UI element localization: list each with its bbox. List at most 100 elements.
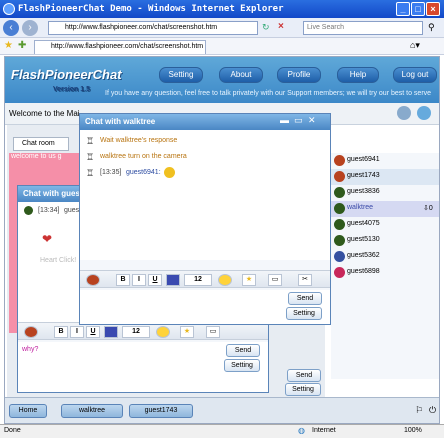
camera-icon[interactable] bbox=[417, 106, 431, 120]
user-avatar-icon bbox=[334, 171, 345, 182]
color-button[interactable] bbox=[104, 326, 118, 338]
user-item[interactable]: guest4075 bbox=[331, 217, 439, 233]
walktree-send-button[interactable]: Send bbox=[288, 292, 322, 305]
user-item[interactable]: guest3836 bbox=[331, 185, 439, 201]
favorites-bar: ★ ✚ http://www.flashpioneer.com/chat/scr… bbox=[0, 38, 444, 55]
user-avatar-icon bbox=[334, 155, 345, 166]
user-avatar-icon bbox=[334, 219, 345, 230]
app-version: Version 1.5 bbox=[53, 86, 90, 93]
user-item[interactable]: guest6898 bbox=[331, 265, 439, 281]
app-logo: FlashPioneerChat Version 1.5 bbox=[11, 67, 122, 93]
close-icon[interactable]: × bbox=[426, 2, 440, 16]
home-page-icon[interactable]: ⌂▾ bbox=[410, 40, 420, 51]
welcome-text: Welcome to the Mai bbox=[9, 109, 80, 118]
format-toolbar: B I U 12 ★ ▭ ✂ bbox=[80, 270, 330, 288]
forward-icon[interactable]: › bbox=[22, 20, 38, 36]
stop-icon[interactable]: × bbox=[278, 21, 284, 32]
emoticon-icon[interactable] bbox=[156, 326, 170, 338]
message-input-area[interactable]: why? Send Setting bbox=[18, 342, 268, 392]
clear-icon[interactable]: ▭ bbox=[206, 326, 220, 338]
main-send-button[interactable]: Send bbox=[287, 369, 321, 382]
url-input[interactable]: http://www.flashpioneer.com/chat/screens… bbox=[48, 21, 258, 35]
minimize-window-icon[interactable]: ▬ bbox=[280, 115, 289, 125]
power-icon[interactable]: ⏻ bbox=[429, 405, 436, 416]
chat-bubble-icon[interactable]: ⚐ bbox=[415, 405, 423, 416]
user-avatar-icon bbox=[334, 235, 345, 246]
system-icon: ♖ bbox=[86, 136, 95, 146]
bold-button[interactable]: B bbox=[116, 274, 130, 286]
font-size-select[interactable]: 12 bbox=[122, 326, 150, 338]
user-avatar-icon bbox=[334, 187, 345, 198]
tab-guest1743[interactable]: guest1743 bbox=[129, 404, 193, 418]
window-title-bar: FlashPioneerChat Demo - Windows Internet… bbox=[0, 0, 444, 18]
user-item[interactable]: guest6941 bbox=[331, 153, 439, 169]
tab-chat-room[interactable]: Chat room bbox=[13, 137, 69, 151]
profile-nav-button[interactable]: Profile bbox=[277, 67, 321, 83]
user-avatar-icon bbox=[334, 267, 345, 278]
avatar-select-icon[interactable] bbox=[86, 274, 100, 286]
font-size-select[interactable]: 12 bbox=[184, 274, 212, 286]
user-item[interactable]: guest5130 bbox=[331, 233, 439, 249]
maximize-window-icon[interactable]: ▭ bbox=[294, 115, 303, 126]
emoticon-icon bbox=[164, 167, 175, 178]
guest-setting-button[interactable]: Setting bbox=[224, 359, 260, 372]
window-title: FlashPioneerChat Demo - Windows Internet… bbox=[18, 4, 284, 14]
avatar-select-icon[interactable] bbox=[24, 326, 38, 338]
italic-button[interactable]: I bbox=[132, 274, 146, 286]
help-nav-button[interactable]: Help bbox=[337, 67, 379, 83]
about-nav-button[interactable]: About bbox=[219, 67, 263, 83]
search-input[interactable]: Live Search bbox=[303, 21, 423, 35]
color-button[interactable] bbox=[166, 274, 180, 286]
globe-icon: ◍ bbox=[298, 426, 305, 435]
main-setting-button[interactable]: Setting bbox=[285, 383, 321, 396]
minimize-icon[interactable]: _ bbox=[396, 2, 410, 16]
user-avatar-icon bbox=[334, 203, 345, 214]
home-tab[interactable]: Home bbox=[9, 404, 47, 418]
heart-emoticon-icon: ❤ bbox=[42, 232, 53, 246]
user-avatar-icon bbox=[334, 251, 345, 262]
back-icon[interactable]: ‹ bbox=[3, 20, 19, 36]
message-input[interactable]: why? bbox=[22, 346, 38, 353]
emoticon-icon[interactable] bbox=[218, 274, 232, 286]
setting-nav-button[interactable]: Setting bbox=[159, 67, 203, 83]
bottom-bar: Home walktree guest1743 ⚐ ⏻ bbox=[5, 397, 439, 423]
star-icon[interactable]: ★ bbox=[242, 274, 256, 286]
status-text: Done bbox=[4, 427, 21, 434]
add-favorite-icon[interactable]: ✚ bbox=[18, 40, 26, 51]
refresh-icon[interactable]: ↻ bbox=[262, 22, 270, 33]
browser-tab[interactable]: http://www.flashpioneer.com/chat/screens… bbox=[34, 40, 206, 54]
system-icon: ♖ bbox=[86, 168, 95, 178]
walktree-setting-button[interactable]: Setting bbox=[286, 307, 322, 320]
status-bar: Done ◍ Internet 100% bbox=[0, 424, 444, 438]
favorites-star-icon[interactable]: ★ bbox=[4, 40, 13, 51]
zoom-level[interactable]: 100% bbox=[404, 427, 422, 434]
maximize-icon[interactable]: □ bbox=[411, 2, 425, 16]
user-item[interactable]: guest5362 bbox=[331, 249, 439, 265]
user-item[interactable]: walktree ⇩0 bbox=[331, 201, 439, 217]
camera-small-icon[interactable]: ⇩0 bbox=[423, 204, 433, 212]
chat-history: ♖ Wait walktree's response ♖ walktree tu… bbox=[80, 130, 330, 260]
underline-button[interactable]: U bbox=[86, 326, 100, 338]
ie-icon bbox=[3, 3, 15, 15]
chat-window-title-bar[interactable]: Chat with walktree ▬ ▭ ✕ bbox=[80, 114, 330, 130]
underline-button[interactable]: U bbox=[148, 274, 162, 286]
search-icon[interactable]: ⚲ bbox=[428, 22, 435, 33]
chat-window-title: Chat with walktree bbox=[85, 117, 156, 126]
user-item[interactable]: guest1743 bbox=[331, 169, 439, 185]
user-avatar-icon bbox=[24, 206, 33, 215]
cut-icon[interactable]: ✂ bbox=[298, 274, 312, 286]
tab-walktree[interactable]: walktree bbox=[61, 404, 123, 418]
logout-nav-button[interactable]: Log out bbox=[393, 67, 437, 83]
heart-text: Heart Click! bbox=[40, 257, 77, 264]
message-input-area[interactable]: Send Setting bbox=[80, 290, 330, 324]
close-window-icon[interactable]: ✕ bbox=[308, 115, 316, 126]
zone-text: Internet bbox=[312, 427, 336, 434]
bold-button[interactable]: B bbox=[54, 326, 68, 338]
clear-icon[interactable]: ▭ bbox=[268, 274, 282, 286]
sound-icon[interactable] bbox=[397, 106, 411, 120]
guest-send-button[interactable]: Send bbox=[226, 344, 260, 357]
support-notice: If you have any question, feel free to t… bbox=[105, 90, 432, 97]
star-icon[interactable]: ★ bbox=[180, 326, 194, 338]
chat-window-walktree: Chat with walktree ▬ ▭ ✕ ♖ Wait walktree… bbox=[79, 113, 331, 325]
italic-button[interactable]: I bbox=[70, 326, 84, 338]
